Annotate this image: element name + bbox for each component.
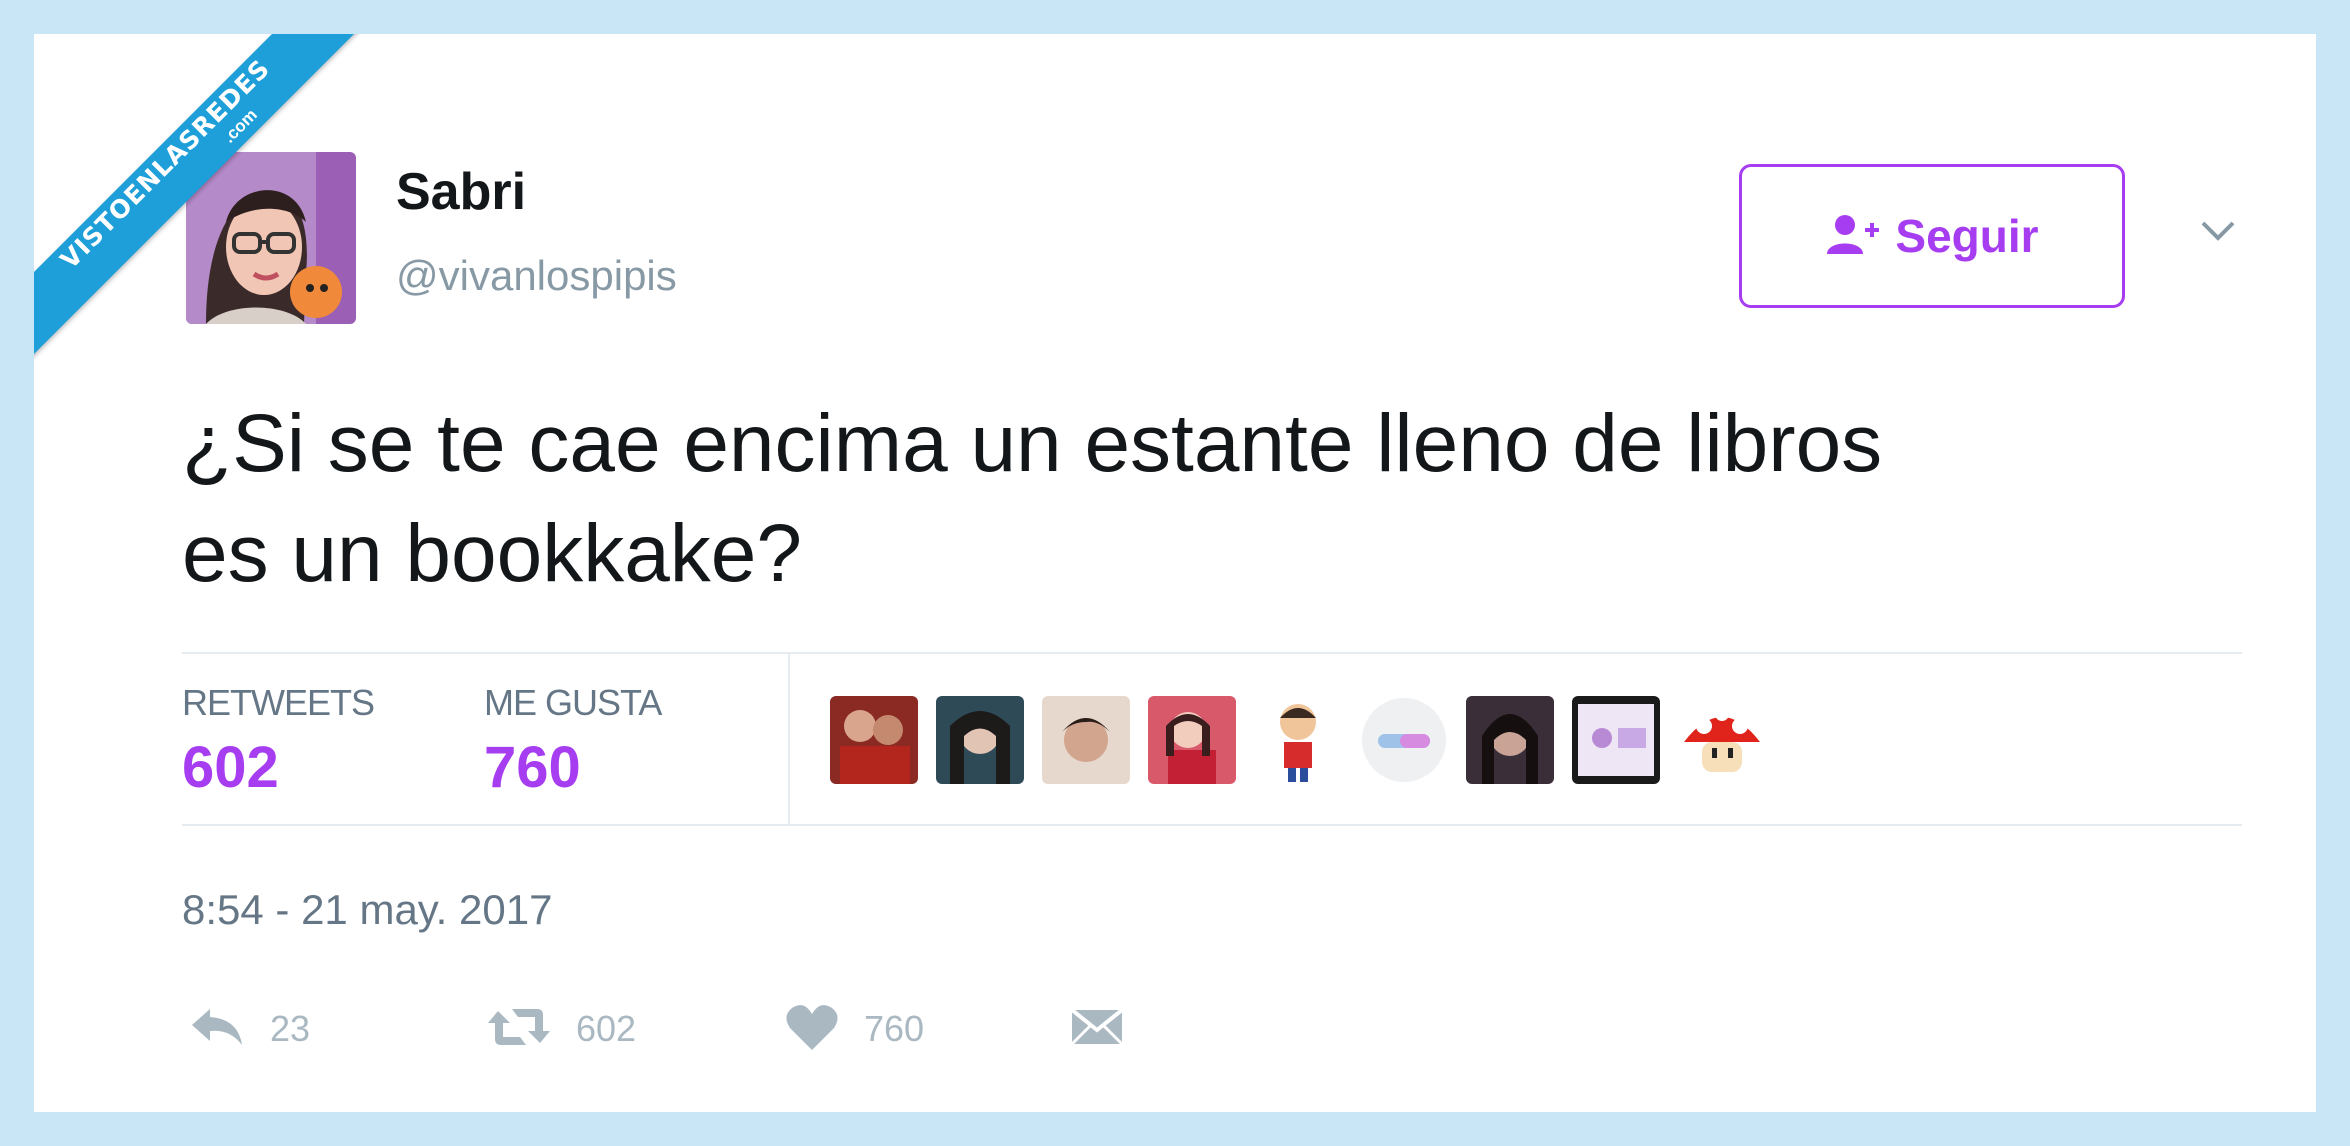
tweet-text-line: es un bookkake? (182, 508, 803, 599)
watermark-ribbon: VISTOENLASREDES .com (34, 34, 364, 364)
reply-button[interactable]: 23 (188, 994, 310, 1064)
likes-count[interactable]: 760 (484, 734, 581, 801)
watermark: VISTOENLASREDES .com (34, 34, 364, 364)
add-user-icon (1825, 212, 1881, 261)
retweet-count: 602 (576, 1008, 637, 1049)
tweet-text: ¿Si se te cae encima un estante lleno de… (182, 389, 2282, 609)
liker-avatar[interactable] (1678, 696, 1766, 784)
reply-count: 23 (270, 1008, 311, 1049)
direct-message-icon (1068, 1002, 1126, 1057)
user-handle[interactable]: @vivanlospipis (396, 252, 677, 300)
watermark-domain: .com (219, 105, 261, 147)
retweet-button[interactable]: 602 (486, 994, 636, 1064)
divider (182, 824, 2242, 826)
tweet-text-line: ¿Si se te cae encima un estante lleno de… (182, 398, 1883, 489)
liker-avatar[interactable] (830, 696, 918, 784)
watermark-text: VISTOENLASREDES (54, 53, 276, 275)
liker-avatar[interactable] (1148, 696, 1236, 784)
likes-label[interactable]: ME GUSTA (484, 682, 662, 724)
liker-avatar[interactable] (1360, 696, 1448, 784)
retweets-label[interactable]: RETWEETS (182, 682, 375, 724)
liker-avatar[interactable] (1042, 696, 1130, 784)
chevron-down-icon[interactable] (2200, 220, 2236, 242)
liker-avatar[interactable] (1254, 696, 1342, 784)
direct-message-button[interactable] (1068, 994, 1126, 1064)
liker-avatar[interactable] (936, 696, 1024, 784)
divider (788, 654, 790, 824)
retweet-icon (486, 1005, 552, 1054)
display-name[interactable]: Sabri (396, 162, 526, 222)
divider (182, 652, 2242, 654)
follow-button-label: Seguir (1895, 210, 2039, 262)
like-button[interactable]: 760 (784, 994, 924, 1064)
follow-button[interactable]: Seguir (1739, 164, 2125, 308)
tweet-timestamp[interactable]: 8:54 - 21 may. 2017 (182, 886, 552, 934)
liker-avatar[interactable] (1572, 696, 1660, 784)
heart-icon (784, 1002, 840, 1057)
liker-avatar[interactable] (1466, 696, 1554, 784)
retweets-count[interactable]: 602 (182, 734, 279, 801)
reply-icon (188, 1005, 246, 1054)
tweet-card: VISTOENLASREDES .com Sabri @vivanlospipi… (34, 34, 2316, 1112)
like-count: 760 (864, 1008, 925, 1049)
